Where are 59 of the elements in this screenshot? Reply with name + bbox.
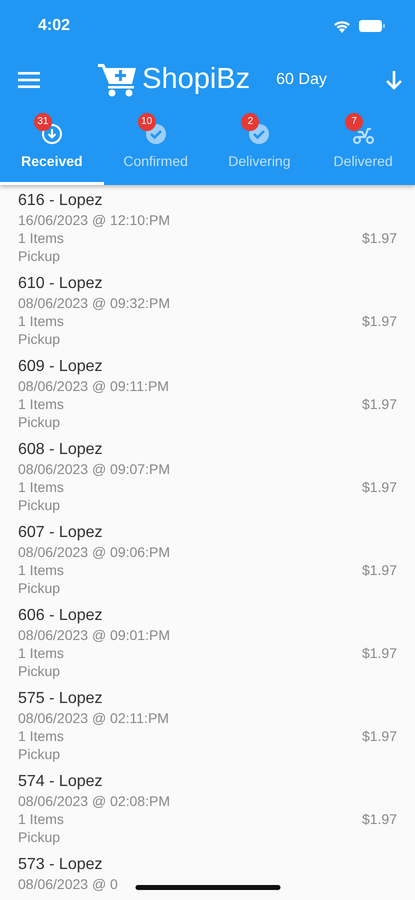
order-title: 573 - Lopez bbox=[18, 855, 103, 875]
order-date: 08/06/2023 @ 09:07:PM bbox=[18, 460, 170, 478]
item-count: 1 Items bbox=[18, 229, 64, 247]
item-count: 1 Items bbox=[18, 810, 64, 828]
order-title: 575 - Lopez bbox=[18, 689, 103, 709]
item-count: 1 Items bbox=[18, 312, 64, 330]
sort-arrow-icon[interactable] bbox=[385, 70, 403, 90]
delivery-method: Pickup bbox=[18, 828, 60, 846]
order-title: 608 - Lopez bbox=[18, 440, 103, 460]
order-price: $1.97 bbox=[362, 561, 397, 579]
wifi-icon bbox=[333, 20, 351, 32]
menu-icon[interactable] bbox=[18, 72, 40, 88]
tab[interactable]: 2 Delivering bbox=[208, 108, 312, 185]
order-title: 610 - Lopez bbox=[18, 274, 103, 294]
order-date: 08/06/2023 @ 02:08:PM bbox=[18, 792, 170, 810]
order-price: $1.97 bbox=[362, 312, 397, 330]
delivery-method: Pickup bbox=[18, 247, 60, 265]
item-count: 1 Items bbox=[18, 478, 64, 496]
order-price: $1.97 bbox=[362, 644, 397, 662]
order-date: 08/06/2023 @ 09:11:PM bbox=[18, 377, 169, 395]
order-title: 607 - Lopez bbox=[18, 523, 103, 543]
order-title: 574 - Lopez bbox=[18, 772, 103, 792]
order-date: 16/06/2023 @ 12:10:PM bbox=[18, 211, 170, 229]
item-count: 1 Items bbox=[18, 561, 64, 579]
delivery-method: Pickup bbox=[18, 496, 60, 514]
delivery-method: Pickup bbox=[18, 662, 60, 680]
item-count: 1 Items bbox=[18, 727, 64, 745]
order-price: $1.97 bbox=[362, 727, 397, 745]
order-date: 08/06/2023 @ 09:32:PM bbox=[18, 294, 170, 312]
tab[interactable]: 31 Received bbox=[0, 108, 104, 185]
tab[interactable]: 7 Delivered bbox=[311, 108, 415, 185]
status-time: 4:02 bbox=[38, 16, 70, 36]
download-circle-icon bbox=[40, 123, 63, 145]
delivery-method: Pickup bbox=[18, 579, 60, 597]
order-title: 616 - Lopez bbox=[18, 191, 103, 211]
order-price: $1.97 bbox=[362, 229, 397, 247]
delivery-method: Pickup bbox=[18, 745, 60, 763]
period-selector[interactable]: 60 Day bbox=[276, 68, 327, 92]
item-count: 1 Items bbox=[18, 395, 64, 413]
order-price: $1.97 bbox=[362, 395, 397, 413]
order-price: $1.97 bbox=[362, 810, 397, 828]
order-title: 606 - Lopez bbox=[18, 606, 103, 626]
order-price: $1.97 bbox=[362, 478, 397, 496]
order-date: 08/06/2023 @ 09:06:PM bbox=[18, 543, 170, 561]
cart-icon bbox=[98, 62, 138, 98]
count-badge: 2 bbox=[241, 113, 260, 131]
item-count: 1 Items bbox=[18, 644, 64, 662]
delivery-method: Pickup bbox=[18, 413, 60, 431]
count-badge: 7 bbox=[345, 113, 364, 131]
count-badge: 10 bbox=[138, 113, 156, 131]
app-title: ShopiBz bbox=[142, 62, 250, 98]
order-date: 08/06/2023 @ 02:11:PM bbox=[18, 709, 169, 727]
order-title: 609 - Lopez bbox=[18, 357, 103, 377]
order-date: 08/06/2023 @ 0 bbox=[18, 875, 118, 893]
order-date: 08/06/2023 @ 09:01:PM bbox=[18, 626, 170, 644]
tab[interactable]: 10 Confirmed bbox=[104, 108, 208, 185]
battery-icon bbox=[359, 20, 385, 32]
delivery-method: Pickup bbox=[18, 330, 60, 348]
count-badge: 31 bbox=[34, 113, 52, 131]
